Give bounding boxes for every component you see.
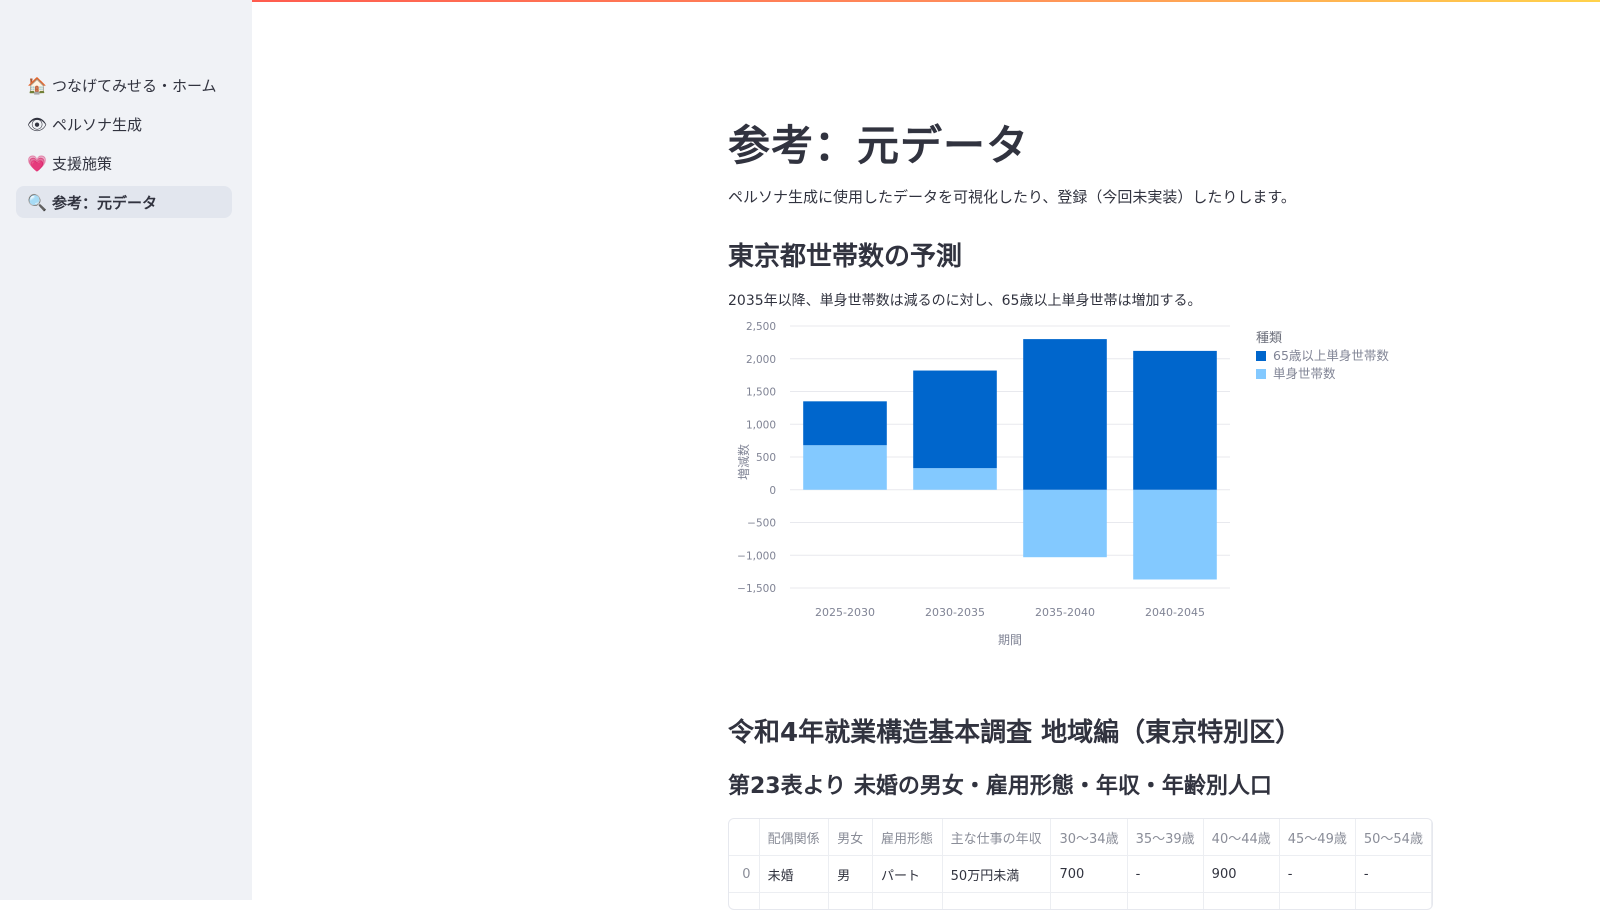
sidebar-item-persona[interactable]: 👁 ペルソナ生成 xyxy=(16,108,232,140)
page-description: ペルソナ生成に使用したデータを可視化したり、登録（今回未実装）したりします。 xyxy=(728,186,1296,207)
y-tick-label: 1,000 xyxy=(746,419,776,431)
sidebar-item-support[interactable]: 💗 支援施策 xyxy=(16,147,232,179)
y-tick-label: −1,000 xyxy=(737,550,776,562)
sidebar-item-home[interactable]: 🏠 つなげてみせる・ホーム xyxy=(16,69,232,101)
chart-caption: 2035年以降、単身世帯数は減るのに対し、65歳以上単身世帯は増加する。 xyxy=(728,290,1201,310)
x-tick-label: 2030-2035 xyxy=(925,606,985,619)
legend-entry: 単身世帯数 xyxy=(1273,366,1336,381)
column-header[interactable]: 35〜39歳 xyxy=(1127,819,1203,856)
eye-icon: 👁 xyxy=(26,113,48,135)
column-header[interactable]: 40〜44歳 xyxy=(1203,819,1279,856)
house-icon: 🏠 xyxy=(26,74,48,96)
bar xyxy=(803,445,887,490)
heart-icon: 💗 xyxy=(26,152,48,174)
column-header[interactable]: 主な仕事の年収 xyxy=(942,819,1051,856)
sidebar-item-label: 支援施策 xyxy=(52,153,112,174)
table-cell: 50万円未満 xyxy=(942,856,1051,893)
bar xyxy=(1133,351,1217,490)
y-tick-label: −500 xyxy=(747,518,776,530)
legend-title: 種類 xyxy=(1256,330,1282,346)
bar xyxy=(1023,490,1107,557)
table-cell: パート xyxy=(873,856,943,893)
x-axis-label: 期間 xyxy=(998,633,1022,647)
table-cell: 男 xyxy=(829,856,873,893)
column-header[interactable]: 配偶関係 xyxy=(759,819,829,856)
section-heading-household: 東京都世帯数の予測 xyxy=(728,236,962,273)
column-header[interactable]: 雇用形態 xyxy=(873,819,943,856)
y-tick-label: 1,500 xyxy=(746,387,776,399)
sidebar-item-label: ペルソナ生成 xyxy=(52,114,142,135)
table-cell xyxy=(729,893,759,910)
legend-swatch xyxy=(1256,351,1266,361)
column-header[interactable]: 50〜54歳 xyxy=(1355,819,1431,856)
section-heading-survey: 令和4年就業構造基本調査 地域編（東京特別区） xyxy=(728,712,1301,749)
table-cell xyxy=(759,893,829,910)
y-tick-label: 2,000 xyxy=(746,354,776,366)
bar xyxy=(913,371,997,469)
table-row[interactable]: 0 未婚 男 パート 50万円未満 700 - 900 - - xyxy=(729,856,1432,893)
x-tick-label: 2035-2040 xyxy=(1035,606,1095,619)
y-tick-label: 0 xyxy=(769,485,776,497)
table-cell: 0 xyxy=(729,856,759,893)
y-axis-label: 増減数 xyxy=(736,444,751,480)
table-cell: 900 xyxy=(1203,856,1279,893)
table-row[interactable] xyxy=(729,893,1432,910)
table-cell xyxy=(1051,893,1127,910)
bar xyxy=(1023,339,1107,490)
table-heading: 第23表より 未婚の男女・雇用形態・年収・年齢別人口 xyxy=(728,768,1272,800)
x-tick-label: 2040-2045 xyxy=(1145,606,1205,619)
legend-entry: 65歳以上単身世帯数 xyxy=(1273,348,1389,363)
y-tick-label: 2,500 xyxy=(746,321,776,333)
y-tick-label: −1,500 xyxy=(737,583,776,595)
data-table[interactable]: 配偶関係 男女 雇用形態 主な仕事の年収 30〜34歳 35〜39歳 40〜44… xyxy=(728,818,1433,910)
table-cell xyxy=(873,893,943,910)
table-cell xyxy=(1127,893,1203,910)
table-cell xyxy=(1355,893,1431,910)
table-cell xyxy=(942,893,1051,910)
column-header-index[interactable] xyxy=(729,819,759,856)
table-cell xyxy=(1203,893,1279,910)
table-cell: 700 xyxy=(1051,856,1127,893)
table-cell: - xyxy=(1279,856,1355,893)
sidebar-item-label: 参考：元データ xyxy=(52,192,157,213)
x-tick-label: 2025-2030 xyxy=(815,606,875,619)
y-tick-label: 500 xyxy=(756,452,776,464)
column-header[interactable]: 30〜34歳 xyxy=(1051,819,1127,856)
table-cell xyxy=(1279,893,1355,910)
magnifier-icon: 🔍 xyxy=(26,191,48,213)
table-cell: - xyxy=(1355,856,1431,893)
bar xyxy=(913,468,997,490)
legend-swatch xyxy=(1256,369,1266,379)
sidebar-item-label: つなげてみせる・ホーム xyxy=(52,75,217,96)
column-header[interactable]: 45〜49歳 xyxy=(1279,819,1355,856)
table-cell: - xyxy=(1127,856,1203,893)
household-change-chart[interactable]: 2,500 2,000 1,500 1,000 500 0 −500 −1,000 −1,500… xyxy=(726,318,1446,658)
table-cell xyxy=(829,893,873,910)
bar xyxy=(803,401,887,445)
sidebar: 🏠 つなげてみせる・ホーム 👁 ペルソナ生成 💗 支援施策 🔍 参考：元データ xyxy=(0,0,252,900)
sidebar-item-source-data[interactable]: 🔍 参考：元データ xyxy=(16,186,232,218)
page-title: 参考：元データ xyxy=(728,112,1029,173)
column-header[interactable]: 男女 xyxy=(829,819,873,856)
table-cell: 未婚 xyxy=(759,856,829,893)
bar xyxy=(1133,490,1217,580)
